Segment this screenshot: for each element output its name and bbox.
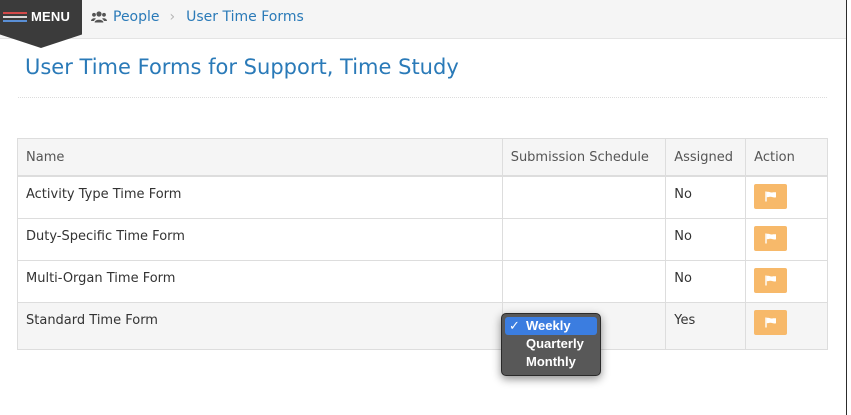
menu-button[interactable]: MENU: [0, 0, 82, 48]
table-row: Activity Type Time Form No: [17, 175, 828, 219]
flag-action-button[interactable]: [754, 184, 788, 209]
submission-schedule-dropdown-menu[interactable]: ✓ Weekly Quarterly Monthly: [501, 313, 601, 376]
column-header-submission-schedule: Submission Schedule: [501, 138, 667, 177]
action-cell: [745, 175, 828, 219]
table-row: Multi-Organ Time Form No: [17, 259, 828, 303]
title-divider: [18, 97, 827, 98]
assigned-cell: No: [665, 175, 747, 219]
breadcrumb-people-link[interactable]: People: [113, 9, 160, 25]
schedule-option-label: Monthly: [526, 354, 576, 369]
flag-icon: [764, 275, 776, 285]
checkmark-icon: ✓: [509, 318, 520, 333]
chevron-right-icon: ›: [169, 9, 176, 25]
schedule-option-monthly[interactable]: Monthly: [505, 353, 597, 371]
schedule-option-label: Weekly: [526, 318, 571, 333]
top-bar: People › User Time Forms: [0, 0, 846, 39]
form-name-cell: Multi-Organ Time Form: [17, 259, 503, 303]
table-header-row: Name Submission Schedule Assigned Action: [17, 138, 828, 177]
schedule-option-quarterly[interactable]: Quarterly: [505, 335, 597, 353]
table-row: Duty-Specific Time Form No: [17, 217, 828, 261]
submission-schedule-cell: [501, 259, 667, 303]
action-cell: [745, 259, 828, 303]
menu-label: MENU: [31, 9, 71, 24]
hamburger-icon: [3, 12, 27, 24]
action-cell: [745, 217, 828, 261]
flag-action-button[interactable]: [754, 225, 788, 251]
time-forms-table: Name Submission Schedule Assigned Action…: [17, 138, 828, 350]
column-header-name: Name: [17, 138, 503, 177]
form-name-cell: Standard Time Form: [17, 301, 503, 350]
submission-schedule-cell: [501, 217, 667, 261]
breadcrumb: People › User Time Forms: [91, 9, 304, 25]
people-group-icon: [91, 11, 107, 23]
flag-icon: [764, 317, 776, 327]
schedule-option-label: Quarterly: [526, 336, 584, 351]
assigned-cell: No: [665, 259, 747, 303]
flag-action-button[interactable]: [754, 267, 788, 293]
window-edge-divider: [846, 0, 847, 415]
assigned-cell: Yes: [665, 301, 747, 350]
breadcrumb-current-link[interactable]: User Time Forms: [186, 9, 304, 25]
form-name-cell: Activity Type Time Form: [17, 175, 503, 219]
flag-action-button[interactable]: [754, 309, 788, 335]
column-header-assigned: Assigned: [665, 138, 747, 177]
flag-icon: [764, 233, 776, 243]
form-name-cell: Duty-Specific Time Form: [17, 217, 503, 261]
assigned-cell: No: [665, 217, 747, 261]
schedule-option-weekly[interactable]: ✓ Weekly: [505, 317, 597, 335]
action-cell: [745, 301, 828, 350]
flag-icon: [764, 191, 776, 202]
page-title: User Time Forms for Support, Time Study: [25, 55, 459, 79]
table-row: Standard Time Form Yes: [17, 301, 828, 350]
submission-schedule-cell: [501, 175, 667, 219]
column-header-action: Action: [745, 138, 828, 177]
